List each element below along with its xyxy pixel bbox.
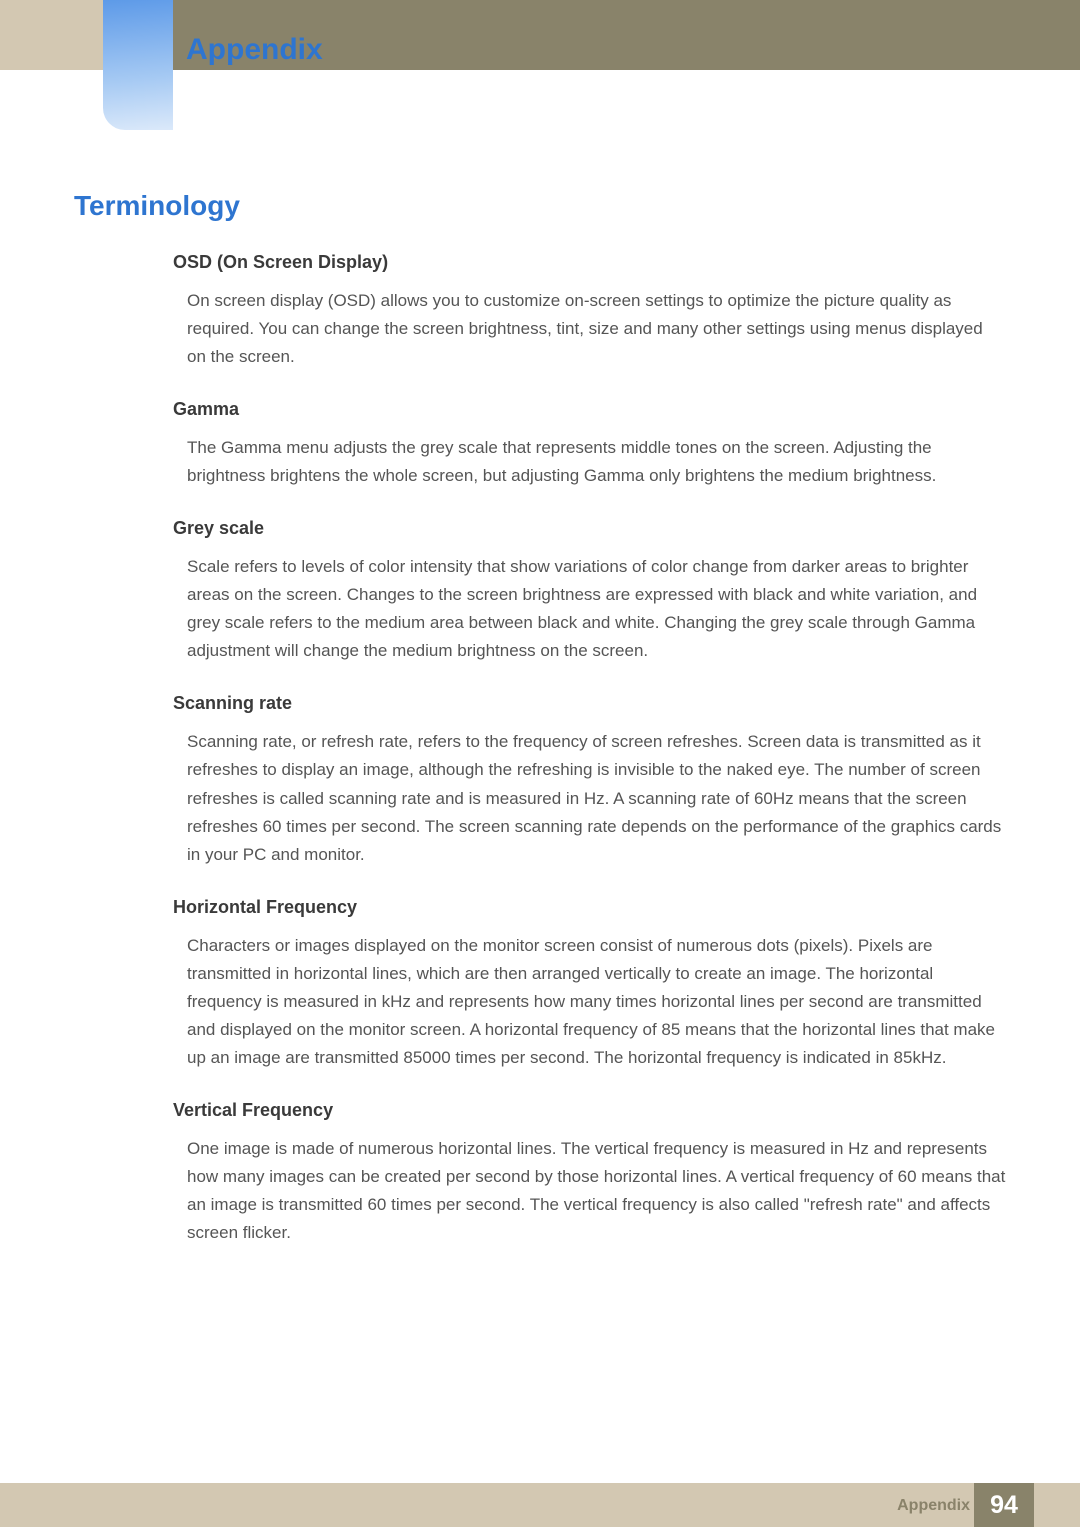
term-body-vertical-frequency: One image is made of numerous horizontal… <box>173 1135 1006 1247</box>
term-body-grey-scale: Scale refers to levels of color intensit… <box>173 553 1006 665</box>
page-number: 94 <box>990 1491 1018 1520</box>
term-title-vertical-frequency: Vertical Frequency <box>173 1100 1006 1121</box>
page-number-box: 94 <box>974 1483 1034 1527</box>
term-block: Scanning rate Scanning rate, or refresh … <box>173 693 1006 868</box>
term-title-horizontal-frequency: Horizontal Frequency <box>173 897 1006 918</box>
term-body-gamma: The Gamma menu adjusts the grey scale th… <box>173 434 1006 490</box>
header-tab-marker <box>103 0 173 130</box>
term-body-scanning-rate: Scanning rate, or refresh rate, refers t… <box>173 728 1006 868</box>
term-title-scanning-rate: Scanning rate <box>173 693 1006 714</box>
content-area: OSD (On Screen Display) On screen displa… <box>173 252 1006 1275</box>
term-block: OSD (On Screen Display) On screen displa… <box>173 252 1006 371</box>
term-title-osd: OSD (On Screen Display) <box>173 252 1006 273</box>
term-block: Gamma The Gamma menu adjusts the grey sc… <box>173 399 1006 490</box>
header-left-decoration <box>0 0 103 70</box>
term-body-horizontal-frequency: Characters or images displayed on the mo… <box>173 932 1006 1072</box>
term-block: Horizontal Frequency Characters or image… <box>173 897 1006 1072</box>
term-block: Vertical Frequency One image is made of … <box>173 1100 1006 1247</box>
term-body-osd: On screen display (OSD) allows you to cu… <box>173 287 1006 371</box>
term-title-grey-scale: Grey scale <box>173 518 1006 539</box>
term-block: Grey scale Scale refers to levels of col… <box>173 518 1006 665</box>
section-heading: Terminology <box>74 190 240 222</box>
page-title: Appendix <box>186 33 323 67</box>
term-title-gamma: Gamma <box>173 399 1006 420</box>
footer-section-label: Appendix <box>897 1497 970 1515</box>
